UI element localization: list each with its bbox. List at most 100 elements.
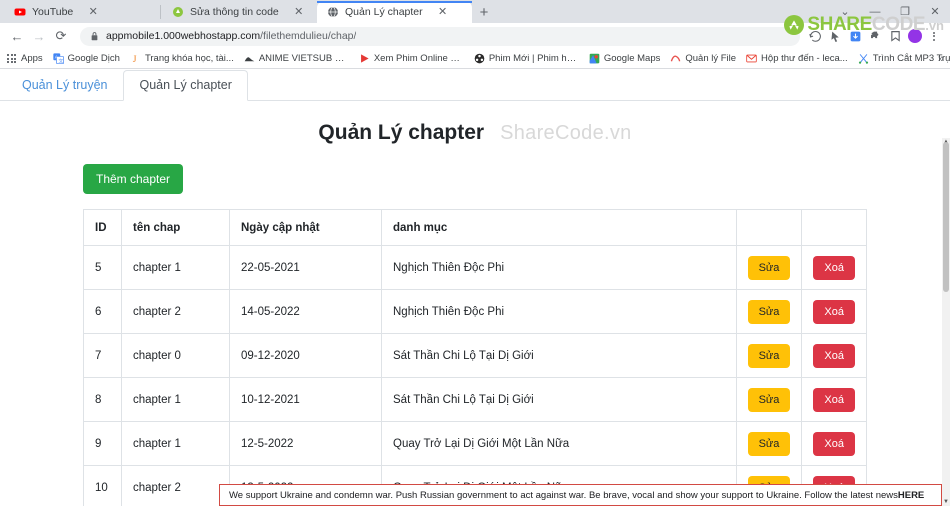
cell-delete: Xoá <box>801 377 867 423</box>
tab-title: Sửa thông tin code <box>190 6 279 18</box>
bookmark-label: Google Dịch <box>67 53 120 64</box>
chevron-down-icon[interactable]: ⌄ <box>830 0 860 23</box>
delete-button[interactable]: Xoá <box>813 343 855 368</box>
new-tab-button[interactable]: + <box>472 1 496 23</box>
cell-id: 9 <box>83 421 122 467</box>
column-header-danh-muc: danh mục <box>381 209 737 247</box>
bookmarks-overflow-button[interactable]: » <box>938 53 944 65</box>
close-window-icon[interactable]: ✕ <box>920 0 950 23</box>
add-button-row: Thêm chapter <box>0 151 950 195</box>
table-head: ID tên chap Ngày cập nhật danh mục <box>83 209 867 247</box>
address-bar-text: appmobile1.000webhostapp.com/filethemdul… <box>106 30 356 42</box>
avatar[interactable] <box>906 27 924 45</box>
bookmark-google-maps[interactable]: Google Maps <box>589 53 661 64</box>
cell-edit: Sửa <box>735 421 803 467</box>
page-title: Quản Lý chapter <box>318 121 485 144</box>
cell-edit: Sửa <box>735 245 803 291</box>
column-header-edit <box>735 209 803 247</box>
maps-icon <box>589 53 600 64</box>
edit-button[interactable]: Sửa <box>747 255 791 280</box>
address-bar[interactable]: appmobile1.000webhostapp.com/filethemdul… <box>80 26 800 46</box>
bookmark-label: Apps <box>21 53 43 64</box>
download-icon[interactable] <box>846 27 864 45</box>
forward-icon[interactable]: → <box>28 25 50 47</box>
page-nav-tabs: Quản Lý truyện Quản Lý chapter <box>0 69 950 101</box>
scrollbar-thumb[interactable] <box>943 142 949 292</box>
cell-edit: Sửa <box>735 333 803 379</box>
bookmark-xem-phim-online[interactable]: Xem Phim Online C... <box>359 53 464 64</box>
bookmark-quan-ly-file[interactable]: Quản lý File <box>670 53 736 64</box>
gmail-icon <box>746 53 757 64</box>
bookmarks-bar: Apps A文 Google Dịch J Trang khóa học, tà… <box>0 49 950 69</box>
chrome-menu-icon[interactable] <box>926 27 942 45</box>
browser-tab-sua-thong-tin-code[interactable]: Sửa thông tin code ✕ <box>162 1 317 23</box>
cell-chap: chapter 1 <box>121 377 230 423</box>
cell-chap: chapter 1 <box>121 421 230 467</box>
cell-date: 12-5-2022 <box>229 421 382 467</box>
reload-icon[interactable]: ⟳ <box>50 25 72 47</box>
bookmark-trinh-cat-mp3[interactable]: Trình Cắt MP3 Trực... <box>858 53 950 64</box>
delete-button[interactable]: Xoá <box>813 299 855 324</box>
cell-date: 22-05-2021 <box>229 245 382 291</box>
tab-divider <box>160 4 161 19</box>
anime-icon <box>244 53 255 64</box>
browser-tab-quan-ly-chapter[interactable]: Quản Lý chapter ✕ <box>317 1 472 23</box>
youtube-icon <box>14 6 26 18</box>
browser-window: YouTube ✕ Sửa thông tin code ✕ Quản Lý c… <box>0 0 950 506</box>
column-header-delete <box>801 209 867 247</box>
close-icon[interactable]: ✕ <box>87 6 99 18</box>
extension-puzzle-icon[interactable] <box>866 27 884 45</box>
delete-button[interactable]: Xoá <box>813 431 855 456</box>
cell-id: 10 <box>83 465 122 506</box>
bookmark-label: Google Maps <box>603 53 661 64</box>
cell-chap: chapter 1 <box>121 245 230 291</box>
cell-category: Nghịch Thiên Độc Phi <box>381 289 737 335</box>
page-scrollbar[interactable]: ▲ ▼ <box>942 138 950 506</box>
scroll-down-icon[interactable]: ▼ <box>942 498 950 506</box>
cell-id: 5 <box>83 245 122 291</box>
history-icon[interactable] <box>806 27 824 45</box>
tab-quan-ly-truyen[interactable]: Quản Lý truyện <box>6 70 123 101</box>
window-controls: ⌄ — ❐ ✕ <box>830 0 950 23</box>
maximize-icon[interactable]: ❐ <box>890 0 920 23</box>
edit-button[interactable]: Sửa <box>747 431 791 456</box>
bookmark-label: Xem Phim Online C... <box>373 53 464 64</box>
table-body: 5 chapter 1 22-05-2021 Nghịch Thiên Độc … <box>83 245 867 506</box>
bookmark-anime-vietsub[interactable]: ANIME VIETSUB O... <box>244 53 349 64</box>
bookmark-hop-thu-den[interactable]: Hộp thư đến - leca... <box>746 53 848 64</box>
cell-category: Nghịch Thiên Độc Phi <box>381 245 737 291</box>
bookmark-apps[interactable]: Apps <box>6 53 43 64</box>
delete-button[interactable]: Xoá <box>813 255 855 280</box>
active-tab-indicator <box>317 1 472 3</box>
minimize-icon[interactable]: — <box>860 0 890 23</box>
back-icon[interactable]: ← <box>6 25 28 47</box>
globe-icon <box>327 6 339 18</box>
bookmark-label: Hộp thư đến - leca... <box>761 53 848 64</box>
cell-delete: Xoá <box>801 245 867 291</box>
tab-quan-ly-chapter[interactable]: Quản Lý chapter <box>123 70 248 101</box>
delete-button[interactable]: Xoá <box>813 387 855 412</box>
browser-tab-youtube[interactable]: YouTube ✕ <box>4 1 159 23</box>
table-row: 7 chapter 0 09-12-2020 Sát Thần Chi Lộ T… <box>83 333 867 379</box>
cell-chap: chapter 2 <box>121 289 230 335</box>
tab-title: YouTube <box>32 6 74 18</box>
url-path: /filethemdulieu/chap/ <box>260 30 357 42</box>
bookmark-phim-moi[interactable]: Phim Mới | Phim ha... <box>474 53 579 64</box>
table-row: 6 chapter 2 14-05-2022 Nghịch Thiên Độc … <box>83 289 867 335</box>
bookmark-google-dich[interactable]: A文 Google Dịch <box>53 53 120 64</box>
cell-edit: Sửa <box>735 289 803 335</box>
bookmark-trang-khoa-hoc[interactable]: J Trang khóa học, tài... <box>130 53 234 64</box>
edit-button[interactable]: Sửa <box>747 387 791 412</box>
edit-button[interactable]: Sửa <box>747 299 791 324</box>
banner-link[interactable]: HERE <box>898 490 924 501</box>
add-chapter-button[interactable]: Thêm chapter <box>83 164 184 195</box>
cursor-icon[interactable] <box>826 27 844 45</box>
edit-button[interactable]: Sửa <box>747 343 791 368</box>
chapter-table: ID tên chap Ngày cập nhật danh mục 5 cha… <box>83 209 867 506</box>
browser-toolbar: ← → ⟳ appmobile1.000webhostapp.com/filet… <box>0 23 950 49</box>
bookmark-star-icon[interactable] <box>886 27 904 45</box>
url-host: appmobile1.000webhostapp.com <box>106 30 261 42</box>
cell-delete: Xoá <box>801 333 867 379</box>
close-icon[interactable]: ✕ <box>293 6 305 18</box>
close-icon[interactable]: ✕ <box>437 6 449 18</box>
